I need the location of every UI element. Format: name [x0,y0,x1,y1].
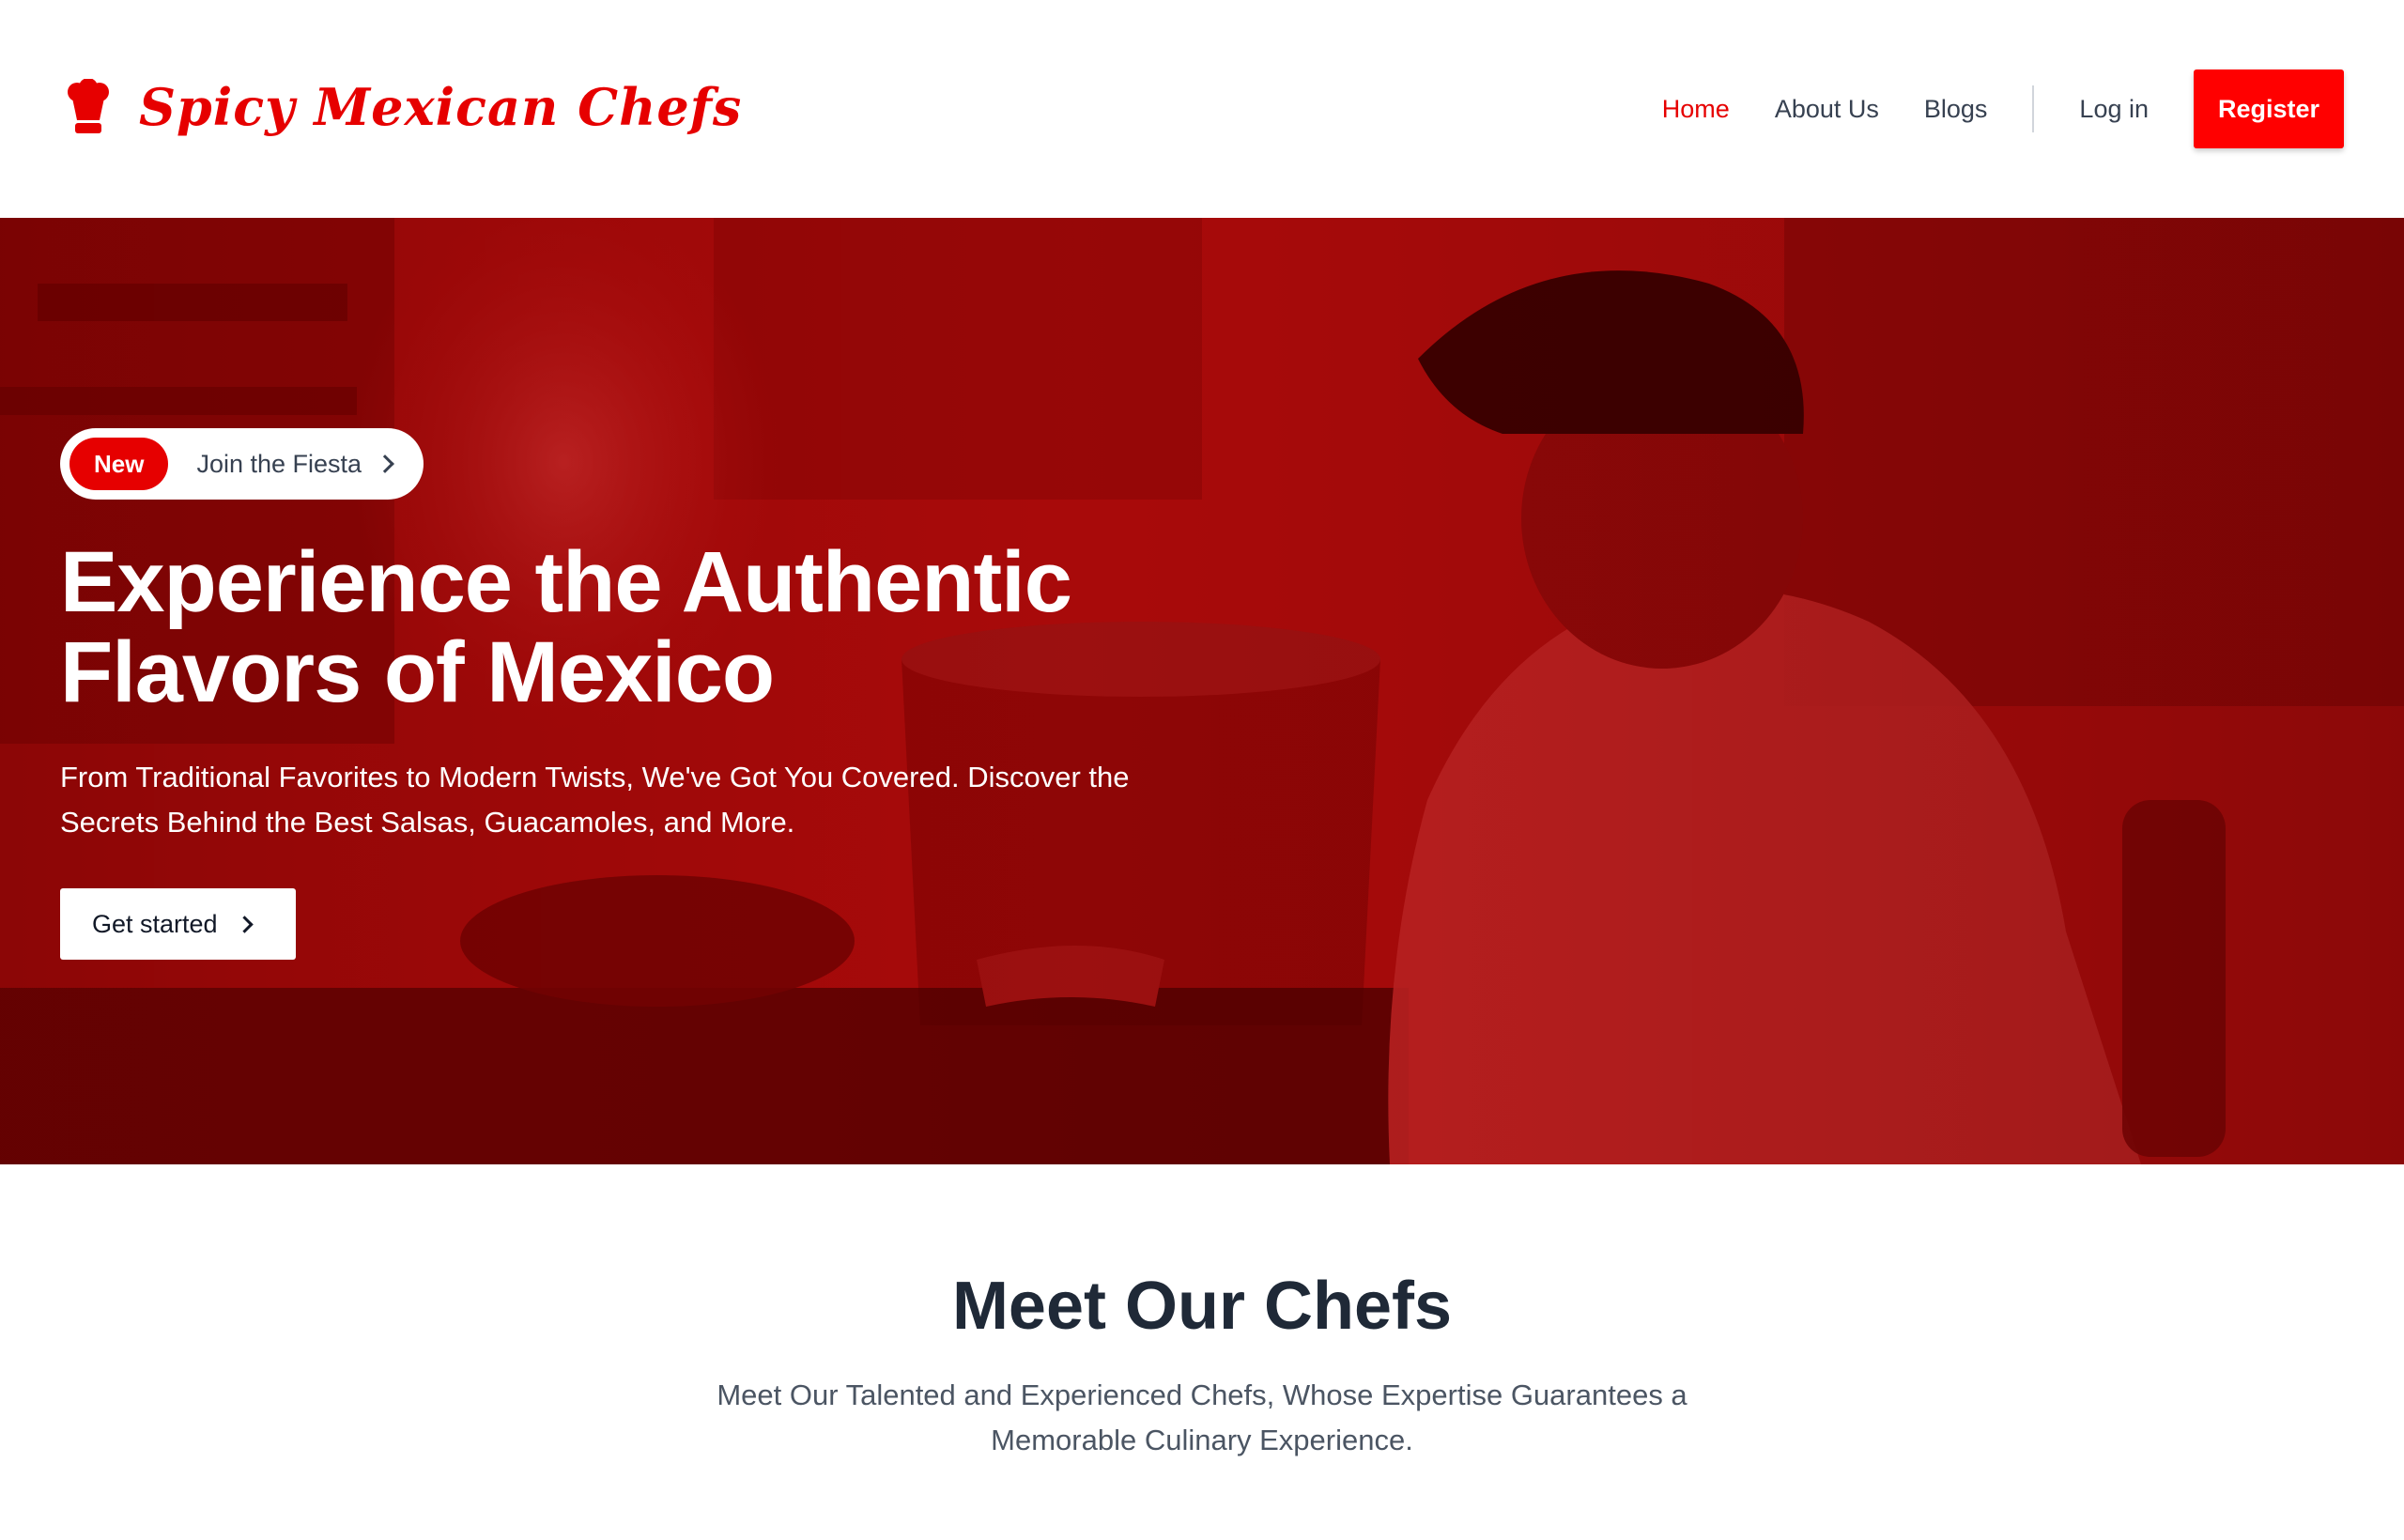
hero-section: New Join the Fiesta Experience the Authe… [0,218,2404,1164]
get-started-button[interactable]: Get started [60,888,296,960]
hero-subtitle-line-1: From Traditional Favorites to Modern Twi… [60,761,1130,793]
section-subtitle-line-1: Meet Our Talented and Experienced Chefs,… [717,1378,1687,1411]
hero-subtitle-line-2: Secrets Behind the Best Salsas, Guacamol… [60,806,795,839]
hero-title: Experience the Authentic Flavors of Mexi… [60,537,1187,717]
get-started-label: Get started [92,909,218,938]
chevron-right-icon [235,915,254,933]
hero-title-line-2: Flavors of Mexico [60,624,775,720]
nav-home[interactable]: Home [1662,95,1730,124]
hero-title-line-1: Experience the Authentic [60,534,1072,630]
nav-about-us[interactable]: About Us [1775,95,1879,124]
announcement-pill[interactable]: New Join the Fiesta [60,428,424,500]
hero-content: New Join the Fiesta Experience the Authe… [60,428,1187,960]
announcement-text: Join the Fiesta [196,449,362,478]
hero-subtitle: From Traditional Favorites to Modern Twi… [60,755,1187,845]
chef-hat-icon [68,79,109,133]
chefs-section: Meet Our Chefs Meet Our Talented and Exp… [0,1164,2404,1540]
chevron-right-icon [376,454,394,473]
site-header: Spicy Mexican Chefs Home About Us Blogs … [0,0,2404,218]
brand-name: Spicy Mexican Chefs [139,77,743,137]
main-nav: Home About Us Blogs Log in Register [1662,69,2344,148]
login-link[interactable]: Log in [2079,95,2149,124]
section-title: Meet Our Chefs [951,1269,1453,1344]
new-badge: New [69,438,169,490]
nav-blogs[interactable]: Blogs [1924,95,1988,124]
brand-logo[interactable]: Spicy Mexican Chefs [66,77,742,137]
section-subtitle-line-2: Memorable Culinary Experience. [991,1424,1413,1456]
nav-divider [2032,85,2035,132]
register-button[interactable]: Register [2194,69,2344,148]
section-subtitle: Meet Our Talented and Experienced Chefs,… [714,1373,1690,1463]
